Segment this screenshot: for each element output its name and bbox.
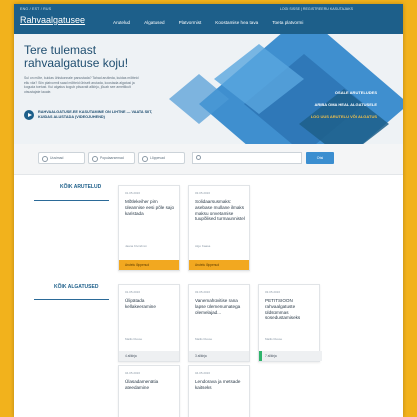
radio-icon	[142, 155, 148, 162]
initiative-card[interactable]: 03.05.2016 PETITSIOON rahvaalgatuste üld…	[258, 284, 322, 362]
search-input[interactable]	[192, 152, 302, 164]
video-guide-link[interactable]: RAHVAALGATUSE.EE KASUTAMINE ON LIHTNE — …	[38, 110, 158, 120]
browser-page: ENG / EST / RUS LOGI SISSE | REGISTREERU…	[14, 4, 403, 417]
status-badge: Arutelu lõppenud	[119, 260, 179, 270]
section-divider	[34, 200, 109, 201]
site-logo[interactable]: Rahvaalgatusee	[20, 15, 85, 25]
main-menu: Arutelud Algatused Platvormist Koostamis…	[106, 20, 310, 25]
hero-title: Tere tulemast rahvaalgatuse koju!	[24, 43, 129, 70]
discussions-heading: KÕIK ARUTELUD	[60, 184, 102, 190]
account-links[interactable]: LOGI SISSE | REGISTREERU KASUTAJAKS	[280, 7, 353, 11]
section-divider	[34, 299, 109, 300]
radio-icon	[92, 155, 98, 162]
signature-count: 7 allkirja	[259, 351, 322, 361]
cta-create[interactable]: LOO UUS ARUTELU VÕI ALGATUS	[311, 114, 377, 119]
search-button[interactable]: Otsi	[306, 152, 334, 164]
cta-participate[interactable]: OSALE ARUTELUDES	[335, 90, 377, 95]
menu-item-arutelud[interactable]: Arutelud	[106, 20, 137, 25]
status-badge: Arutelu lõppenud	[189, 260, 249, 270]
menu-item-platvormist[interactable]: Platvormist	[172, 20, 209, 25]
menu-item-toeta[interactable]: Toeta platvormi	[265, 20, 310, 25]
language-switcher[interactable]: ENG / EST / RUS	[20, 7, 51, 11]
menu-item-hea-tava[interactable]: Koostamise hea tava	[208, 20, 265, 25]
filter-ending[interactable]: Lõppevad	[138, 152, 185, 164]
cta-support[interactable]: ARIBA OMA HEAL ALGATUSELE	[314, 102, 377, 107]
search-icon	[196, 155, 201, 160]
filter-bar: Uusimad Populaarsemad Lõppevad Otsi	[14, 144, 403, 175]
initiative-card[interactable]: 04.05.2016 Ülasadamenätia ateedamine	[118, 365, 180, 417]
filter-newest[interactable]: Uusimad	[38, 152, 85, 164]
discussion-card[interactable]: 01.05.2016 Mõtlekeiher pirn üleannise ee…	[118, 185, 180, 271]
initiative-card[interactable]: 04.05.2016 Lendorava ja metsade kaitseks	[188, 365, 250, 417]
play-video-icon[interactable]	[24, 110, 34, 120]
top-navigation: ENG / EST / RUS LOGI SISSE | REGISTREERU…	[14, 4, 403, 34]
radio-icon	[42, 155, 48, 162]
menu-item-algatused[interactable]: Algatused	[137, 20, 171, 25]
initiative-card[interactable]: 01.05.2016 Ülipätada kellakeeramine Mail…	[118, 284, 180, 362]
filter-popular[interactable]: Populaarsemad	[88, 152, 135, 164]
hero-intro: Sul on mõte, kuidas ühiskonnale panustad…	[24, 76, 139, 94]
initiative-card[interactable]: 03.05.2016 Vanemahüvitise rana lapse üle…	[188, 284, 250, 362]
initiatives-heading: KÕIK ALGATUSED	[54, 284, 99, 290]
signature-count: 4 allkirja	[119, 351, 179, 361]
discussion-card[interactable]: 03.05.2016 Solidaarsusmaks: asebase mull…	[188, 185, 250, 271]
signature-count: 3 allkirja	[189, 351, 249, 361]
hero-section: Tere tulemast rahvaalgatuse koju! Sul on…	[14, 34, 403, 144]
